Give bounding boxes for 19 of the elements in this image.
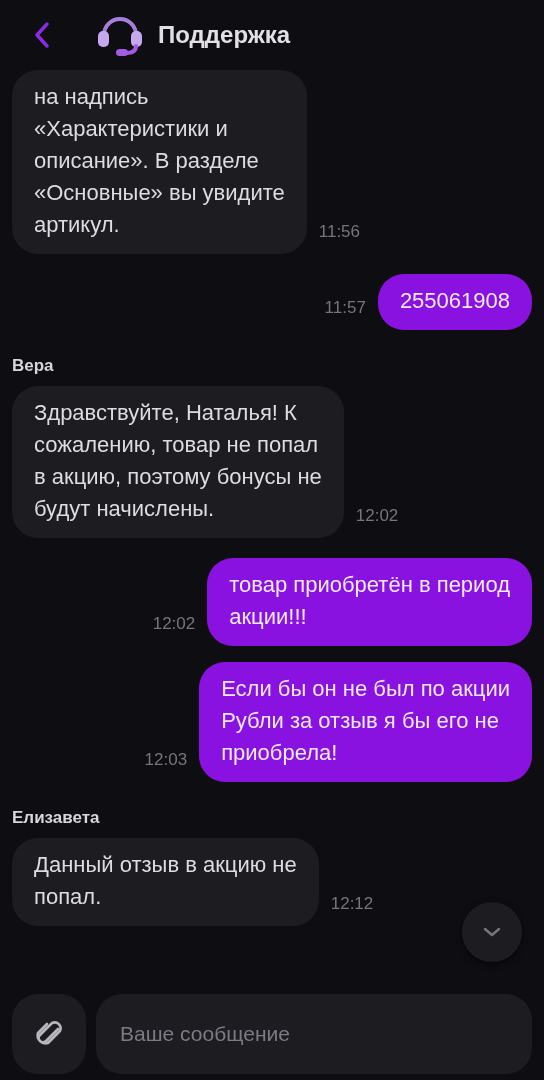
sender-name: Вера bbox=[12, 356, 55, 376]
back-icon[interactable] bbox=[34, 21, 50, 49]
message-bubble: Здравствуйте, Наталья! К сожалению, товар не попал в акцию, поэтому бонусы не будут начислены. bbox=[12, 386, 344, 538]
message-time: 12:03 bbox=[144, 750, 188, 770]
message-time: 12:02 bbox=[152, 614, 196, 634]
message-time: 11:56 bbox=[318, 222, 361, 242]
message-bubble: Если бы он не был по акции Рубли за отзыв я бы его не приобрела! bbox=[199, 662, 532, 782]
message-time: 12:12 bbox=[330, 894, 374, 914]
message-time: 12:02 bbox=[355, 506, 399, 526]
message-bubble: товар приобретён в период акции!!! bbox=[207, 558, 532, 646]
message-bubble: на надпись «Характеристики и описание». В разделе «Основные» вы увидите артикул. bbox=[12, 70, 307, 254]
sender-name: Елизавета bbox=[12, 808, 101, 828]
message-bubble: Данный отзыв в акцию не попал. bbox=[12, 838, 319, 926]
message-time: 11:57 bbox=[324, 298, 366, 318]
message-bubble: 255061908 bbox=[377, 274, 532, 330]
attach-button[interactable] bbox=[12, 994, 86, 1074]
chevron-down-icon bbox=[483, 927, 501, 937]
header-title: Поддержка bbox=[158, 21, 291, 49]
message-input[interactable]: Ваше сообщение bbox=[96, 994, 532, 1074]
